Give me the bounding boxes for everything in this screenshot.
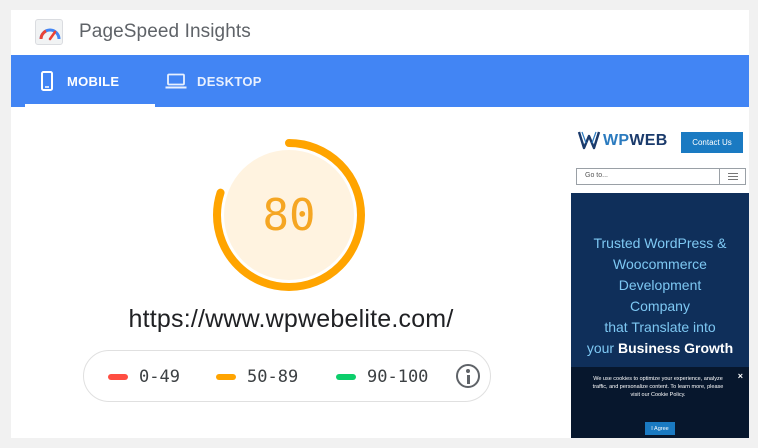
legend-item-good: 90-100 bbox=[336, 367, 428, 387]
goto-select-text: Go to... bbox=[585, 172, 608, 179]
cookie-banner: We use cookies to optimize your experien… bbox=[571, 367, 749, 438]
hero-banner: Trusted WordPress & Woocommerce Developm… bbox=[571, 193, 749, 438]
pagespeed-logo-icon bbox=[35, 19, 63, 45]
legend-item-average: 50-89 bbox=[216, 367, 298, 387]
tab-mobile[interactable]: MOBILE bbox=[25, 55, 155, 107]
performance-score-gauge: 80 bbox=[211, 137, 367, 293]
pagespeed-card: PageSpeed Insights MOBILE DESKTOP 80 htt… bbox=[11, 10, 749, 438]
legend-swatch-good bbox=[336, 374, 356, 380]
performance-score-value: 80 bbox=[262, 189, 316, 241]
score-summary: 80 https://www.wpwebelite.com/ 0-49 50-8… bbox=[11, 107, 561, 438]
tab-mobile-label: MOBILE bbox=[67, 73, 120, 89]
wpweb-logo-icon bbox=[577, 131, 601, 150]
cookie-agree-button[interactable]: I Agree bbox=[645, 422, 675, 435]
phone-icon bbox=[41, 71, 53, 91]
wpweb-logo: WPWEB bbox=[577, 128, 668, 154]
hero-heading: Trusted WordPress & Woocommerce Developm… bbox=[586, 235, 734, 356]
app-title: PageSpeed Insights bbox=[79, 21, 251, 42]
legend-swatch-poor bbox=[108, 374, 128, 380]
cookie-text: We use cookies to optimize your experien… bbox=[592, 376, 724, 398]
goto-select[interactable]: Go to... bbox=[576, 168, 746, 185]
legend-label-average: 50-89 bbox=[247, 367, 299, 387]
info-icon[interactable] bbox=[456, 364, 480, 388]
device-tab-bar: MOBILE DESKTOP bbox=[11, 55, 749, 107]
tab-desktop[interactable]: DESKTOP bbox=[165, 55, 275, 107]
app-header: PageSpeed Insights bbox=[11, 10, 749, 55]
contact-us-button[interactable]: Contact Us bbox=[681, 132, 743, 153]
menu-icon[interactable] bbox=[719, 169, 745, 184]
legend-item-poor: 0-49 bbox=[108, 367, 180, 387]
legend-swatch-average bbox=[216, 374, 236, 380]
score-legend: 0-49 50-89 90-100 bbox=[83, 350, 491, 402]
tested-url: https://www.wpwebelite.com/ bbox=[128, 305, 454, 333]
laptop-icon bbox=[165, 73, 187, 89]
tab-desktop-label: DESKTOP bbox=[197, 73, 262, 89]
page-screenshot-preview: WPWEB Contact Us Go to... Trusted WordPr… bbox=[571, 122, 749, 438]
legend-label-good: 90-100 bbox=[367, 367, 429, 387]
wpweb-logo-text: WPWEB bbox=[603, 132, 668, 149]
close-icon[interactable]: × bbox=[738, 371, 743, 381]
legend-label-poor: 0-49 bbox=[139, 367, 180, 387]
